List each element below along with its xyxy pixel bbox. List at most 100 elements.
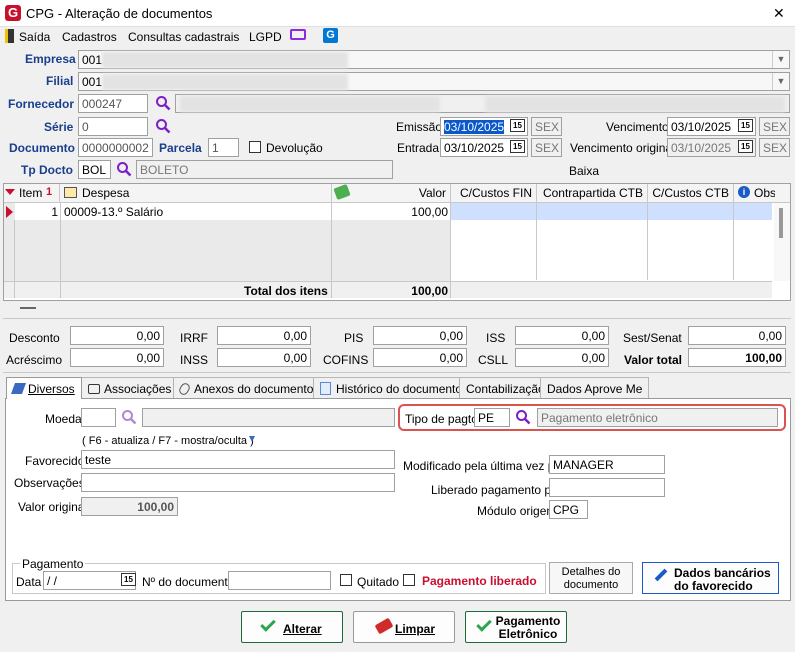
sort-num-icon: 1 (46, 186, 53, 198)
empresa-blur (102, 52, 348, 68)
fornecedor-field[interactable]: 000247 (78, 94, 148, 113)
valor-total-field: 100,00 (688, 348, 786, 367)
tpdocto-field[interactable]: BOL (78, 160, 111, 179)
col-valor[interactable]: Valor (350, 184, 451, 202)
tipo-pagto-search-icon[interactable] (515, 409, 531, 425)
irrf-field[interactable]: 0,00 (217, 326, 311, 345)
favorecido-field[interactable]: teste (81, 450, 395, 469)
acrescimo-field[interactable]: 0,00 (70, 348, 164, 367)
limpar-label: Limpar (395, 622, 436, 636)
entrada-day: SEX (531, 138, 562, 157)
pagamento-liberado-label: Pagamento liberado (422, 574, 537, 588)
g-app-icon[interactable]: G (323, 28, 338, 43)
menu-lgpd[interactable]: LGPD (249, 30, 282, 44)
venc-original-value: 03/10/2025 (671, 141, 732, 155)
serie-field[interactable]: 0 (78, 117, 148, 136)
filial-dropdown-icon[interactable]: ▼ (772, 73, 789, 90)
tpdocto-search-icon[interactable] (116, 161, 132, 177)
devolucao-checkbox[interactable] (249, 141, 261, 153)
tab-contabilizacao[interactable]: Contabilização (459, 377, 552, 399)
cofins-field[interactable]: 0,00 (373, 348, 467, 367)
tab-anexos[interactable]: Anexos do documento (173, 377, 321, 399)
entrada-calendar-icon[interactable]: 15 (510, 140, 525, 153)
venc-original-label: Vencimento original (570, 141, 675, 155)
col-item[interactable]: Item (15, 184, 60, 202)
col-cc-fin[interactable]: C/Custos FIN (451, 184, 537, 202)
col-contrapartida[interactable]: Contrapartida CTB (537, 184, 648, 202)
vencimento-label: Vencimento (606, 120, 669, 134)
dados-bancarios-button[interactable]: Dados bancários do favorecido (642, 562, 779, 594)
grid-col-line-7 (733, 202, 734, 280)
cofins-label: COFINS (323, 353, 369, 367)
dados-bancarios-label: Dados bancários do favorecido (674, 566, 771, 593)
moeda-field[interactable] (81, 408, 116, 427)
pagamento-calendar-icon[interactable]: 15 (121, 573, 136, 586)
empresa-label: Empresa (25, 52, 76, 66)
parcela-field[interactable]: 1 (208, 138, 239, 157)
valor-original-label: Valor original (18, 500, 88, 514)
desconto-field[interactable]: 0,00 (70, 326, 164, 345)
monitor-icon[interactable] (290, 29, 306, 40)
tab-historico[interactable]: Histórico do documento (313, 377, 470, 399)
eraser-icon (374, 617, 394, 635)
detalhes-label: Detalhes do documento (561, 566, 621, 591)
info-icon: i (738, 186, 750, 198)
quitado-checkbox[interactable] (340, 574, 352, 586)
documento-label: Documento (9, 141, 75, 155)
menu-consultas[interactable]: Consultas cadastrais (128, 30, 239, 44)
emissao-calendar-icon[interactable]: 15 (510, 119, 525, 132)
empresa-dropdown-icon[interactable]: ▼ (772, 51, 789, 68)
col-despesa[interactable]: Despesa (78, 184, 332, 202)
close-icon[interactable]: ✕ (773, 6, 785, 20)
inss-field[interactable]: 0,00 (217, 348, 311, 367)
iss-field[interactable]: 0,00 (515, 326, 609, 345)
sort-arrow-icon (5, 189, 15, 195)
table-row[interactable]: 1 00009-13.º Salário 100,00 (4, 203, 772, 220)
vencimento-calendar-icon[interactable]: 15 (738, 119, 753, 132)
moeda-desc (142, 408, 395, 427)
hint-arrow-icon (249, 436, 255, 442)
observacoes-field[interactable] (81, 473, 395, 492)
tpdocto-label: Tp Docto (21, 163, 73, 177)
grid-total-value: 100,00 (411, 284, 448, 298)
col-cc-ctb[interactable]: C/Custos CTB (648, 184, 734, 202)
menu-exit[interactable]: Saída (19, 30, 50, 44)
tipo-pagto-field[interactable]: PE (474, 408, 510, 427)
expense-icon (64, 187, 77, 198)
venc-original-calendar-icon[interactable]: 15 (738, 140, 753, 153)
emissao-label: Emissão (396, 120, 443, 134)
pagamento-eletronico-button[interactable]: Pagamento Eletrônico (465, 611, 567, 643)
fornecedor-label: Fornecedor (8, 97, 75, 111)
csll-field[interactable]: 0,00 (515, 348, 609, 367)
menu-cadastros[interactable]: Cadastros (62, 30, 117, 44)
liberado-checkbox[interactable] (403, 574, 415, 586)
valor-original-field: 100,00 (81, 497, 178, 516)
tab-diversos[interactable]: Diversos (6, 377, 82, 399)
alterar-button[interactable]: Alterar (241, 611, 343, 643)
pis-field[interactable]: 0,00 (373, 326, 467, 345)
document-icon (320, 382, 331, 395)
grid-vscroll-thumb[interactable] (779, 208, 783, 238)
moeda-search-icon[interactable] (121, 409, 137, 425)
tab-aprove-me[interactable]: Dados Aprove Me (540, 377, 650, 399)
tab-contabilizacao-label: Contabilização (466, 382, 545, 396)
totals-separator (3, 318, 791, 319)
limpar-button[interactable]: Limpar (353, 611, 455, 643)
detalhes-button[interactable]: Detalhes do documento (549, 562, 633, 594)
fornecedor-search-icon[interactable] (155, 95, 171, 111)
tab-associacoes[interactable]: Associações (81, 377, 179, 399)
documento-field[interactable]: 0000000002 (78, 138, 153, 157)
irrf-label: IRRF (180, 331, 208, 345)
sest-field[interactable]: 0,00 (688, 326, 786, 345)
grid-hscroll[interactable] (20, 307, 36, 309)
sest-label: Sest/Senat (623, 331, 682, 345)
ndoc-field[interactable] (228, 571, 331, 590)
grid-col-line-3 (331, 202, 332, 298)
col-obs[interactable]: Obs (750, 184, 775, 202)
serie-search-icon[interactable] (155, 118, 171, 134)
tab-historico-label: Histórico do documento (336, 382, 463, 396)
pis-label: PIS (344, 331, 364, 345)
menu-bar: Saída Cadastros Consultas cadastrais LGP… (0, 27, 795, 47)
quitado-label: Quitado (357, 575, 400, 589)
emissao-value: 03/10/2025 (444, 120, 505, 134)
